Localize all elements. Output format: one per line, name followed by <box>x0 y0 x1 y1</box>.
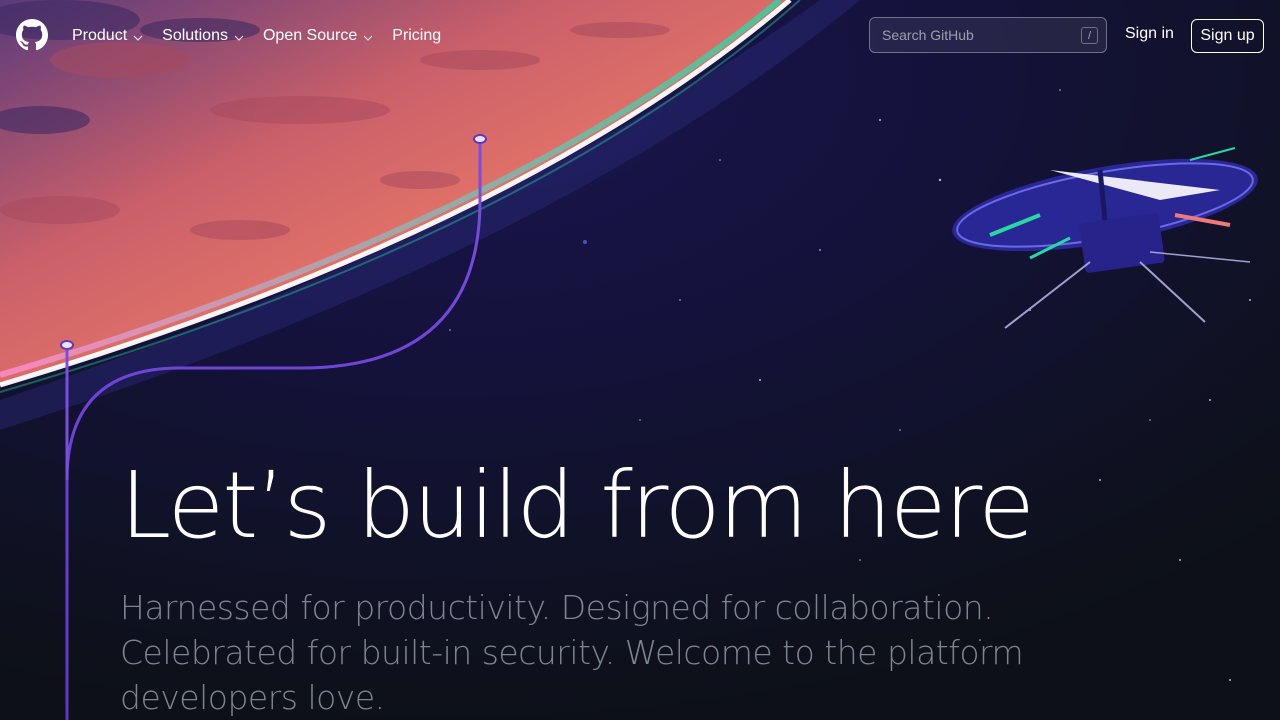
chevron-down-icon <box>133 35 143 41</box>
nav-item-label: Pricing <box>392 27 442 44</box>
chevron-down-icon <box>363 35 373 41</box>
hero-headline: Let’s build from here <box>120 452 1035 559</box>
nav-item-label: Solutions <box>162 27 228 44</box>
search-box[interactable]: / <box>869 17 1107 53</box>
search-shortcut-hint: / <box>1081 27 1098 44</box>
nav-item-solutions[interactable]: Solutions <box>162 27 245 45</box>
nav-item-product[interactable]: Product <box>72 27 144 45</box>
sign-in-link[interactable]: Sign in <box>1125 25 1174 43</box>
top-navigation: Product Solutions Open Source Pricing / … <box>0 0 1280 72</box>
primary-menu: Product Solutions Open Source Pricing <box>72 0 459 72</box>
hero-subheading: Harnessed for productivity. Designed for… <box>120 588 1024 717</box>
nav-item-label: Open Source <box>262 27 358 44</box>
nav-item-pricing[interactable]: Pricing <box>392 27 441 45</box>
nav-item-label: Product <box>72 27 128 44</box>
nav-item-open-source[interactable]: Open Source <box>263 27 374 45</box>
github-mark-icon[interactable] <box>16 19 48 51</box>
chevron-down-icon <box>234 35 244 41</box>
search-input[interactable] <box>870 26 1074 44</box>
sign-up-button[interactable]: Sign up <box>1191 19 1264 53</box>
